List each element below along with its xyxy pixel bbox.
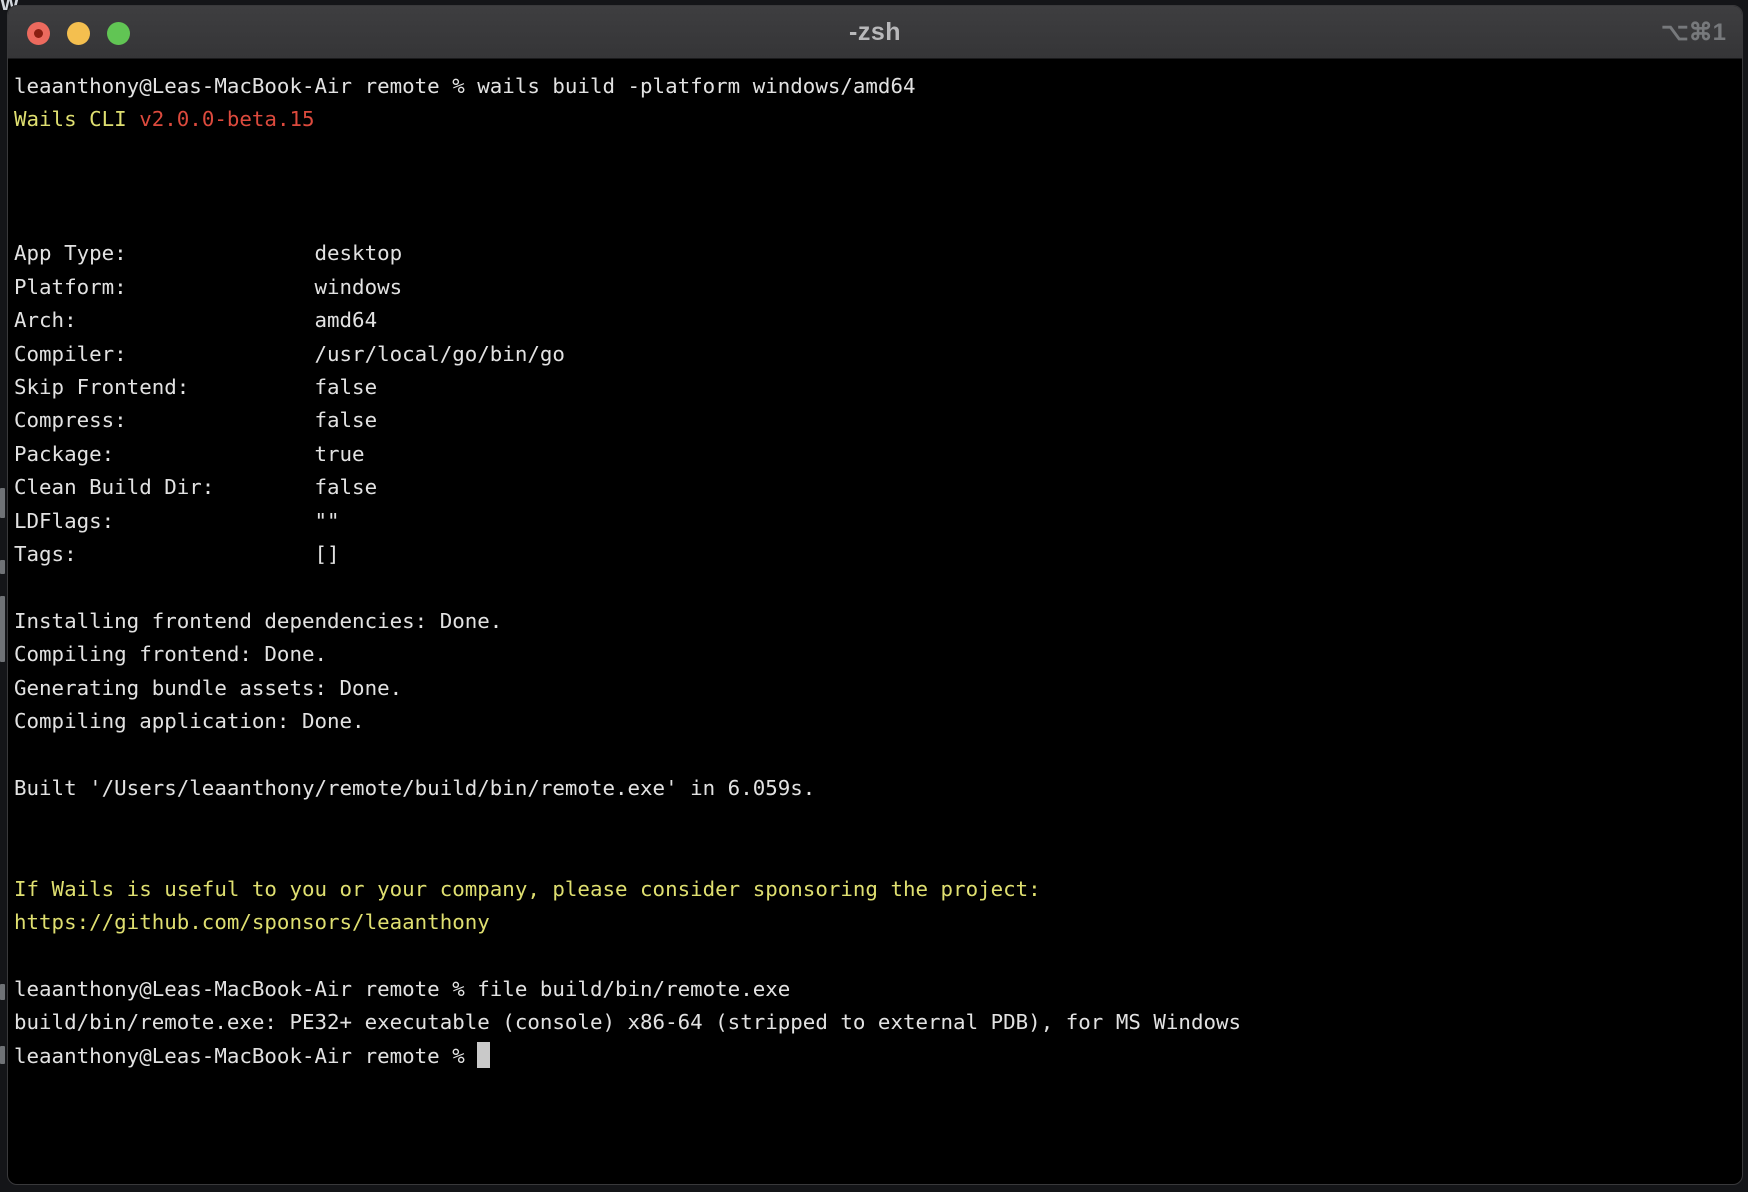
text-segment: Skip Frontend: false — [14, 375, 377, 399]
terminal-line: Compiling application: Done. — [14, 705, 1734, 738]
text-segment: leaanthony@Leas-MacBook-Air remote % wai… — [14, 74, 916, 98]
text-segment: Generating bundle assets: Done. — [14, 676, 402, 700]
terminal-line: Platform: windows — [14, 271, 1734, 304]
text-segment: Compiling frontend: Done. — [14, 642, 327, 666]
terminal-line: Package: true — [14, 438, 1734, 471]
background-window-sliver — [0, 560, 5, 574]
zoom-button[interactable] — [107, 22, 130, 45]
terminal-line: https://github.com/sponsors/leaanthony — [14, 906, 1734, 939]
text-segment: Compress: false — [14, 408, 377, 432]
text-segment: Clean Build Dir: false — [14, 475, 377, 499]
terminal-line — [14, 839, 1734, 872]
text-segment: Tags: [] — [14, 542, 340, 566]
terminal-line — [14, 806, 1734, 839]
window-titlebar[interactable]: -zsh ⌥⌘1 — [8, 6, 1742, 59]
background-window-sliver — [0, 1046, 5, 1064]
text-segment: v2.0.0-beta.15 — [139, 107, 314, 131]
text-segment: Package: true — [14, 442, 365, 466]
background-window-sliver — [0, 596, 5, 662]
terminal-line: leaanthony@Leas-MacBook-Air remote % fil… — [14, 973, 1734, 1006]
terminal-line — [14, 170, 1734, 203]
text-segment: Compiling application: Done. — [14, 709, 365, 733]
terminal-line: Tags: [] — [14, 538, 1734, 571]
text-segment: build/bin/remote.exe: PE32+ executable (… — [14, 1010, 1241, 1034]
window-title: -zsh — [8, 6, 1742, 58]
text-segment: leaanthony@Leas-MacBook-Air remote % fil… — [14, 977, 790, 1001]
text-segment: Built '/Users/leaanthony/remote/build/bi… — [14, 776, 815, 800]
terminal-line: Compress: false — [14, 404, 1734, 437]
terminal-cursor — [477, 1042, 490, 1068]
text-segment: https://github.com/sponsors/leaanthony — [14, 910, 490, 934]
terminal-line: Arch: amd64 — [14, 304, 1734, 337]
text-segment: App Type: desktop — [14, 241, 402, 265]
terminal-line: Skip Frontend: false — [14, 371, 1734, 404]
terminal-line: Clean Build Dir: false — [14, 471, 1734, 504]
terminal-line: App Type: desktop — [14, 237, 1734, 270]
background-window-sliver — [0, 488, 5, 518]
terminal-line — [14, 572, 1734, 605]
terminal-line: Built '/Users/leaanthony/remote/build/bi… — [14, 772, 1734, 805]
traffic-lights — [27, 22, 130, 45]
terminal-line: If Wails is useful to you or your compan… — [14, 873, 1734, 906]
terminal-line: Installing frontend dependencies: Done. — [14, 605, 1734, 638]
text-segment: Compiler: /usr/local/go/bin/go — [14, 342, 565, 366]
minimize-button[interactable] — [67, 22, 90, 45]
text-segment: If Wails is useful to you or your compan… — [14, 877, 1041, 901]
terminal-line — [14, 204, 1734, 237]
background-window-sliver — [0, 984, 5, 1000]
text-segment: Wails CLI — [14, 107, 139, 131]
text-segment: Arch: amd64 — [14, 308, 377, 332]
terminal-line — [14, 939, 1734, 972]
window-shortcut-badge: ⌥⌘1 — [1661, 6, 1726, 60]
terminal-line: Wails CLI v2.0.0-beta.15 — [14, 103, 1734, 136]
terminal-line: build/bin/remote.exe: PE32+ executable (… — [14, 1006, 1734, 1039]
terminal-output[interactable]: leaanthony@Leas-MacBook-Air remote % wai… — [8, 59, 1742, 1073]
text-segment: Installing frontend dependencies: Done. — [14, 609, 502, 633]
text-segment: leaanthony@Leas-MacBook-Air remote % — [14, 1044, 477, 1068]
terminal-window: -zsh ⌥⌘1 leaanthony@Leas-MacBook-Air rem… — [7, 5, 1743, 1185]
text-segment: Platform: windows — [14, 275, 402, 299]
close-button[interactable] — [27, 22, 50, 45]
terminal-line: Compiling frontend: Done. — [14, 638, 1734, 671]
terminal-line — [14, 137, 1734, 170]
terminal-line: leaanthony@Leas-MacBook-Air remote % — [14, 1040, 1734, 1073]
terminal-line: LDFlags: "" — [14, 505, 1734, 538]
terminal-line: Generating bundle assets: Done. — [14, 672, 1734, 705]
terminal-line: Compiler: /usr/local/go/bin/go — [14, 338, 1734, 371]
terminal-line: leaanthony@Leas-MacBook-Air remote % wai… — [14, 70, 1734, 103]
terminal-line — [14, 739, 1734, 772]
text-segment: LDFlags: "" — [14, 509, 340, 533]
